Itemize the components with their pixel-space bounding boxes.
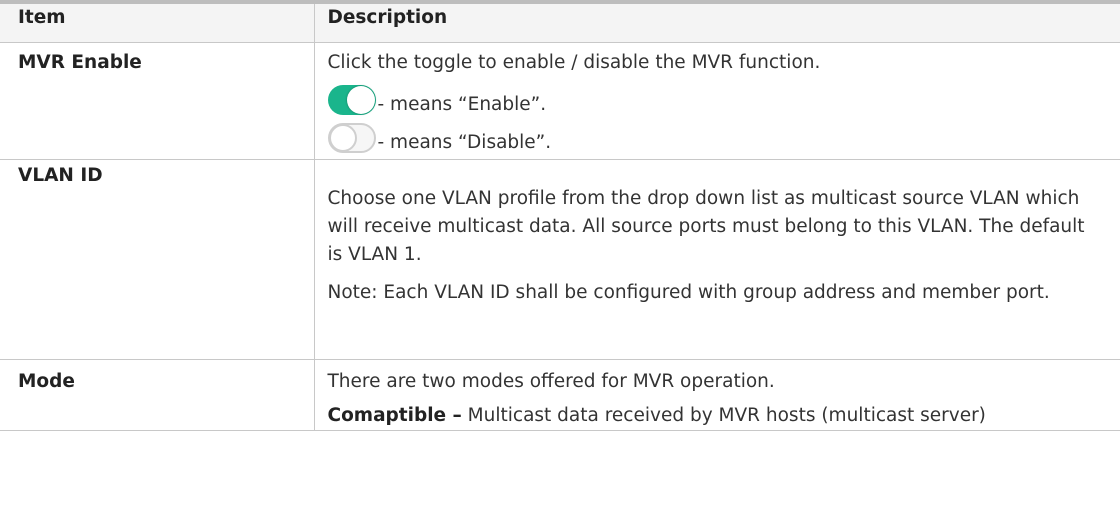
vlan-id-note: Note: Each VLAN ID shall be configured w…: [327, 281, 1050, 303]
vlan-id-description: Choose one VLAN profile from the drop do…: [327, 187, 1085, 265]
mode-compatible: Comaptible – Multicast data received by …: [328, 402, 1101, 430]
desc-vlan-id: Choose one VLAN profile from the drop do…: [313, 159, 1120, 360]
mvr-enable-intro: Click the toggle to enable / disable the…: [327, 51, 821, 73]
table-header-row: Item Description: [0, 0, 1120, 43]
item-mode: Mode: [0, 359, 314, 431]
compatible-label: Comaptible –: [327, 404, 462, 426]
enable-meaning: - means “Enable”.: [377, 93, 547, 115]
desc-mode: There are two modes offered for MVR oper…: [313, 359, 1120, 431]
disable-example: - means “Disable”.: [327, 115, 1101, 153]
item-mvr-enable: MVR Enable: [0, 42, 314, 160]
enable-example: - means “Enable”.: [327, 77, 1101, 115]
toggle-off-icon: [327, 122, 376, 153]
mode-intro: There are two modes offered for MVR oper…: [327, 370, 775, 392]
table-row-mode: Mode There are two modes offered for MVR…: [0, 359, 1120, 431]
description-table: Item Description MVR Enable Click the to…: [0, 0, 1120, 431]
header-item: Item: [0, 0, 314, 43]
toggle-on-icon: [327, 84, 376, 115]
desc-mvr-enable: Click the toggle to enable / disable the…: [313, 42, 1120, 160]
disable-meaning: - means “Disable”.: [377, 131, 552, 153]
item-vlan-id: VLAN ID: [0, 159, 314, 360]
compatible-text: Multicast data received by MVR hosts (mu…: [461, 404, 986, 426]
table-row-vlan-id: VLAN ID Choose one VLAN profile from the…: [0, 159, 1120, 360]
header-description: Description: [313, 0, 1120, 43]
table-row-mvr-enable: MVR Enable Click the toggle to enable / …: [0, 42, 1120, 160]
